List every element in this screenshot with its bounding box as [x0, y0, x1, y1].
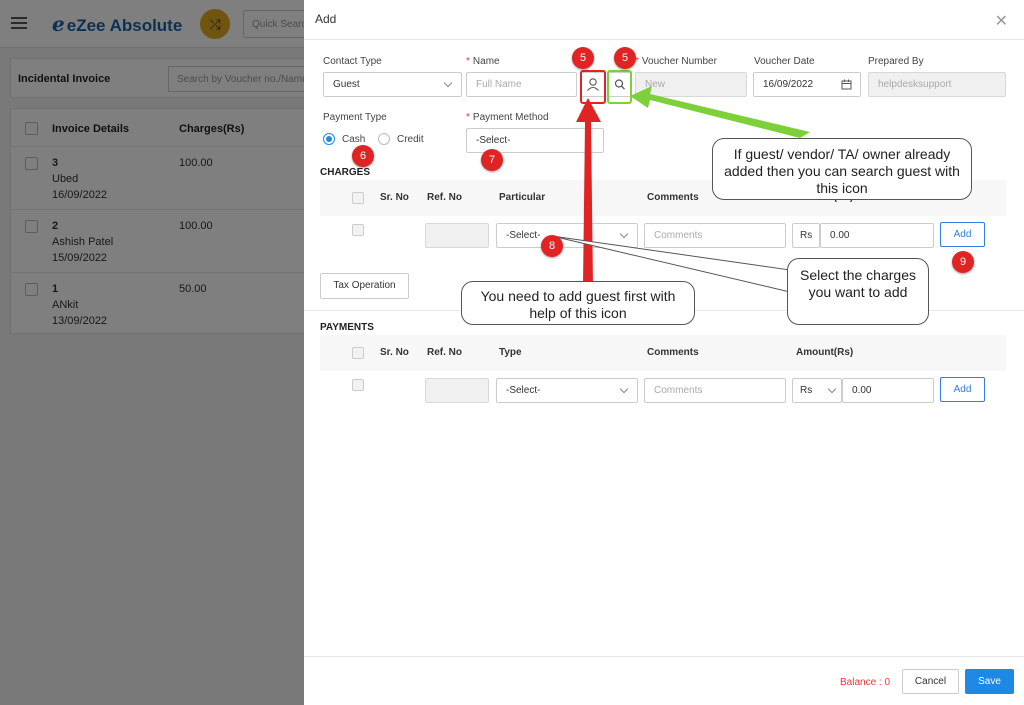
- charges-col-comments: Comments: [647, 192, 699, 203]
- charges-col-particular: Particular: [499, 192, 546, 203]
- step-badge-5: 5: [614, 47, 636, 69]
- cash-radio-label[interactable]: Cash: [342, 134, 365, 145]
- add-invoice-modal: Add ✕ Contact Type * Name * Voucher Number…: [304, 0, 1024, 705]
- payments-col-amount: Amount(Rs): [796, 347, 854, 358]
- tax-operation-button[interactable]: Tax Operation: [320, 273, 409, 299]
- contact-type-select[interactable]: Guest: [323, 72, 462, 97]
- contact-type-label: Contact Type: [323, 56, 382, 67]
- payments-type-select[interactable]: -Select-: [496, 378, 638, 403]
- close-icon[interactable]: ✕: [995, 11, 1008, 31]
- modal-title: Add: [315, 12, 337, 26]
- voucher-date-value: 16/09/2022: [763, 79, 814, 90]
- add-guest-highlight: [580, 70, 606, 104]
- chevron-down-icon: [619, 384, 629, 394]
- payments-table-header: Sr. No Ref. No Type Comments Amount(Rs): [320, 335, 1006, 371]
- charges-select-all-checkbox[interactable]: [352, 192, 364, 204]
- credit-radio-label[interactable]: Credit: [397, 134, 424, 145]
- payments-amount-input[interactable]: 0.00: [842, 378, 934, 403]
- prepared-by-input: helpdesksupport: [868, 72, 1006, 97]
- voucher-date-input[interactable]: 16/09/2022: [753, 72, 861, 97]
- chevron-down-icon: [619, 229, 629, 239]
- select-charges-tip: Select the charges you want to add: [787, 258, 929, 325]
- contact-type-value: Guest: [333, 79, 360, 90]
- step-badge-6: 6: [352, 145, 374, 167]
- chevron-down-icon: [827, 384, 837, 394]
- modal-header: Add ✕: [304, 0, 1024, 40]
- charges-section-title: CHARGES: [320, 167, 371, 178]
- cancel-button[interactable]: Cancel: [902, 669, 959, 694]
- search-guest-tip: If guest/ vendor/ TA/ owner already adde…: [712, 138, 972, 200]
- payments-col-comments: Comments: [647, 347, 699, 358]
- payments-row-checkbox[interactable]: [352, 379, 364, 391]
- name-label-text: Name: [472, 56, 500, 67]
- name-label: * Name: [466, 56, 500, 67]
- charges-particular-select[interactable]: -Select-: [496, 223, 638, 248]
- payments-ref-input: [425, 378, 489, 403]
- voucher-number-label-text: Voucher Number: [641, 56, 717, 67]
- modal-footer: Balance : 0 Cancel Save: [304, 656, 1024, 705]
- credit-radio[interactable]: [378, 133, 390, 145]
- voucher-date-label: Voucher Date: [754, 56, 815, 67]
- step-badge-5: 5: [572, 47, 594, 69]
- payments-currency-value: Rs: [800, 385, 813, 396]
- charges-col-sr: Sr. No: [380, 192, 409, 203]
- payments-type-value: -Select-: [506, 385, 541, 396]
- charges-comments-input[interactable]: Comments: [644, 223, 786, 248]
- payment-method-label-text: Payment Method: [472, 112, 549, 123]
- step-badge-7: 7: [481, 149, 503, 171]
- modal-backdrop[interactable]: [0, 0, 304, 705]
- charges-amount-input[interactable]: 0.00: [820, 223, 934, 248]
- save-button[interactable]: Save: [965, 669, 1014, 694]
- payments-col-sr: Sr. No: [380, 347, 409, 358]
- step-badge-9: 9: [952, 251, 974, 273]
- calendar-icon[interactable]: [841, 79, 852, 90]
- voucher-number-label: * Voucher Number: [635, 56, 717, 67]
- charges-col-ref: Ref. No: [427, 192, 462, 203]
- voucher-number-input: New: [635, 72, 747, 97]
- payments-comments-input[interactable]: Comments: [644, 378, 786, 403]
- charges-add-button[interactable]: Add: [940, 222, 985, 247]
- payments-select-all-checkbox[interactable]: [352, 347, 364, 359]
- chevron-down-icon: [443, 78, 453, 88]
- payments-currency-select[interactable]: Rs: [792, 378, 842, 403]
- balance-text: Balance : 0: [840, 677, 891, 688]
- add-guest-tip: You need to add guest first with help of…: [461, 281, 695, 325]
- payment-type-label: Payment Type: [323, 112, 387, 123]
- payment-method-label: * Payment Method: [466, 112, 549, 123]
- charges-row-checkbox[interactable]: [352, 224, 364, 236]
- charges-particular-value: -Select-: [506, 230, 541, 241]
- charges-ref-input: [425, 223, 489, 248]
- name-input[interactable]: Full Name: [466, 72, 577, 97]
- search-guest-highlight: [607, 70, 632, 104]
- payments-col-type: Type: [499, 347, 522, 358]
- payments-col-ref: Ref. No: [427, 347, 462, 358]
- step-badge-8: 8: [541, 235, 563, 257]
- prepared-by-label: Prepared By: [868, 56, 924, 67]
- charges-currency: Rs: [792, 223, 820, 248]
- payments-add-button[interactable]: Add: [940, 377, 985, 402]
- cash-radio[interactable]: [323, 133, 335, 145]
- payments-section-title: PAYMENTS: [320, 322, 374, 333]
